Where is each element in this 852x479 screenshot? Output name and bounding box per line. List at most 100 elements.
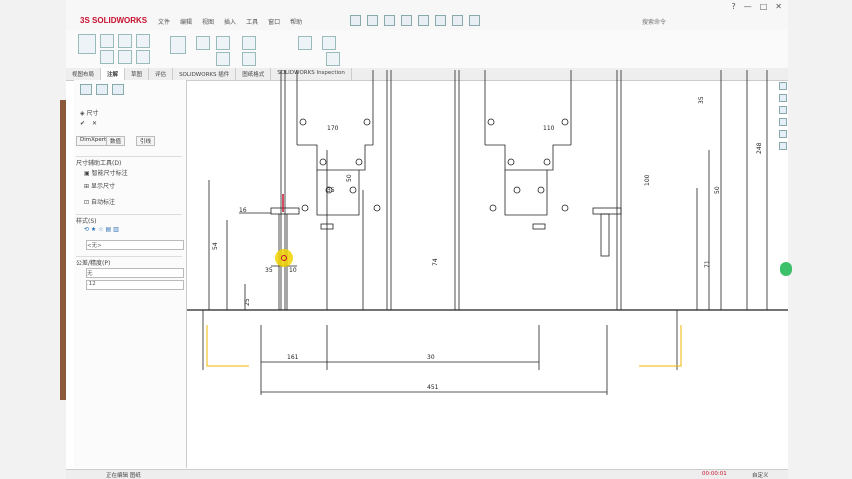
outer-right-desktop	[788, 0, 852, 479]
close-icon[interactable]: ✕	[775, 2, 782, 11]
dim-label-2: 35	[327, 187, 335, 194]
window-controls: ? — □ ✕	[731, 2, 782, 11]
pm-title: 尺寸	[86, 110, 99, 117]
resources-icon[interactable]	[779, 82, 787, 90]
smart-dim-option[interactable]: ▣ 智能尺寸标注	[84, 168, 128, 177]
hole-2	[363, 118, 371, 126]
status-left: 正在编辑 图纸	[106, 473, 141, 479]
style-section[interactable]: 样式(S)	[76, 214, 182, 225]
smart-dim-icon: ▣	[84, 170, 92, 177]
value-tab[interactable]: 数值	[106, 136, 126, 146]
menu-tools[interactable]: 工具	[246, 17, 258, 26]
print-icon[interactable]	[401, 15, 412, 26]
menu-insert[interactable]: 插入	[224, 17, 236, 26]
command-manager	[66, 30, 788, 69]
tab-evaluate[interactable]: 评估	[149, 68, 174, 80]
area-hatch-icon[interactable]	[298, 36, 312, 50]
minimize-icon[interactable]: —	[744, 2, 752, 11]
view-palette-icon[interactable]	[779, 118, 787, 126]
tower2-head	[504, 170, 548, 216]
options-icon[interactable]	[469, 15, 480, 26]
note-icon[interactable]	[118, 34, 132, 48]
search-commands[interactable]: 搜索命令	[642, 17, 666, 26]
dim-label-11: 161	[287, 354, 299, 361]
sheet-corner-left	[206, 325, 249, 367]
dim-label-12: 30	[427, 354, 435, 361]
ok-button[interactable]: ✔	[80, 120, 85, 127]
bolt-right-shank	[600, 213, 610, 257]
rebuild-icon[interactable]	[452, 15, 463, 26]
auto-balloon-icon[interactable]	[136, 50, 150, 64]
quick-access-toolbar	[350, 15, 480, 26]
revision-cloud-icon[interactable]	[326, 52, 340, 66]
hole-12	[543, 158, 551, 166]
geometric-tolerance-icon[interactable]	[216, 36, 230, 50]
center-mark-icon[interactable]	[242, 52, 256, 66]
hole-callout-icon[interactable]	[242, 36, 256, 50]
tolerance-select[interactable]: 无	[86, 268, 184, 278]
balloon-icon[interactable]	[136, 34, 150, 48]
file-explorer-icon[interactable]	[779, 106, 787, 114]
tab-annotation[interactable]: 注解	[101, 68, 126, 80]
drawing-geometry	[187, 70, 788, 395]
dim-label-16: 50	[714, 186, 721, 194]
feature-tree-tab-icon[interactable]	[80, 84, 92, 95]
menu-file[interactable]: 文件	[158, 17, 170, 26]
status-right[interactable]: 自定义	[752, 471, 769, 479]
smart-dimension-icon[interactable]	[78, 34, 96, 54]
weld-symbol-icon[interactable]	[196, 36, 210, 50]
nut-right	[532, 223, 546, 230]
property-manager: ◈ 尺寸 ✔ ✕ DimXpert 数值 引线 尺寸辅助工具(D) ▣ 智能尺寸…	[74, 80, 187, 468]
tower2-neck	[485, 144, 571, 171]
help-icon[interactable]: ?	[731, 2, 735, 11]
status-bar: 正在编辑 图纸 00:00:01 自定义	[66, 469, 788, 479]
dim-label-1: 170	[327, 125, 339, 132]
open-icon[interactable]	[367, 15, 378, 26]
maximize-icon[interactable]: □	[760, 2, 768, 11]
menu-view[interactable]: 视图	[202, 17, 214, 26]
leader-tab[interactable]: 引线	[136, 136, 156, 146]
style-buttons[interactable]: ⟲ ★ ☆ ▤ ▥	[84, 226, 119, 233]
menu-help[interactable]: 帮助	[290, 17, 302, 26]
spell-check-icon[interactable]	[100, 50, 114, 64]
dim-assist-section[interactable]: 尺寸辅助工具(D)	[76, 156, 182, 167]
design-library-icon[interactable]	[779, 94, 787, 102]
tolerance-section[interactable]: 公差/精度(P)	[76, 256, 182, 267]
linear-pattern-icon[interactable]	[118, 50, 132, 64]
solidworks-window: 3S SOLIDWORKS 文件 编辑 视图 插入 工具 窗口 帮助 搜索命令 …	[66, 0, 788, 479]
hole-8	[373, 204, 381, 212]
custom-props-icon[interactable]	[779, 142, 787, 150]
hole-16	[561, 204, 569, 212]
show-dim-icon: ⊞	[84, 183, 91, 190]
dimension-labels: 170 35 54 25 35 16 10 50 110 74 161 30 4…	[212, 96, 763, 391]
outer-left-desktop	[0, 0, 66, 479]
save-icon[interactable]	[384, 15, 395, 26]
auto-dim-option[interactable]: ⊡ 自动标注	[84, 197, 115, 206]
block-icon[interactable]	[322, 36, 336, 50]
config-tab-icon[interactable]	[112, 84, 124, 95]
floating-assistant-icon[interactable]	[780, 262, 792, 276]
property-tab-icon[interactable]	[96, 84, 108, 95]
new-icon[interactable]	[350, 15, 361, 26]
datum-feature-icon[interactable]	[216, 52, 230, 66]
menu-edit[interactable]: 编辑	[180, 17, 192, 26]
style-select[interactable]: <无>	[86, 240, 184, 250]
dim-label-4: 25	[244, 298, 251, 306]
select-icon[interactable]	[435, 15, 446, 26]
tab-view-layout[interactable]: 视图布局	[66, 68, 102, 80]
appearance-icon[interactable]	[779, 130, 787, 138]
drawing-canvas[interactable]: 170 35 54 25 35 16 10 50 110 74 161 30 4…	[187, 70, 788, 470]
menu-window[interactable]: 窗口	[268, 17, 280, 26]
undo-icon[interactable]	[418, 15, 429, 26]
auto-dim-label: 自动标注	[90, 199, 115, 206]
pm-header: ◈ 尺寸	[80, 108, 99, 117]
show-dim-option[interactable]: ⊞ 显示尺寸	[84, 181, 115, 190]
model-items-icon[interactable]	[100, 34, 114, 48]
tab-sketch[interactable]: 草图	[125, 68, 150, 80]
precision-select[interactable]: .12	[86, 280, 184, 290]
surface-finish-icon[interactable]	[170, 36, 186, 54]
dim-label-8: 50	[346, 174, 353, 182]
logo-prefix: 3S	[80, 16, 90, 25]
cancel-button[interactable]: ✕	[92, 120, 97, 127]
hole-1	[299, 118, 307, 126]
